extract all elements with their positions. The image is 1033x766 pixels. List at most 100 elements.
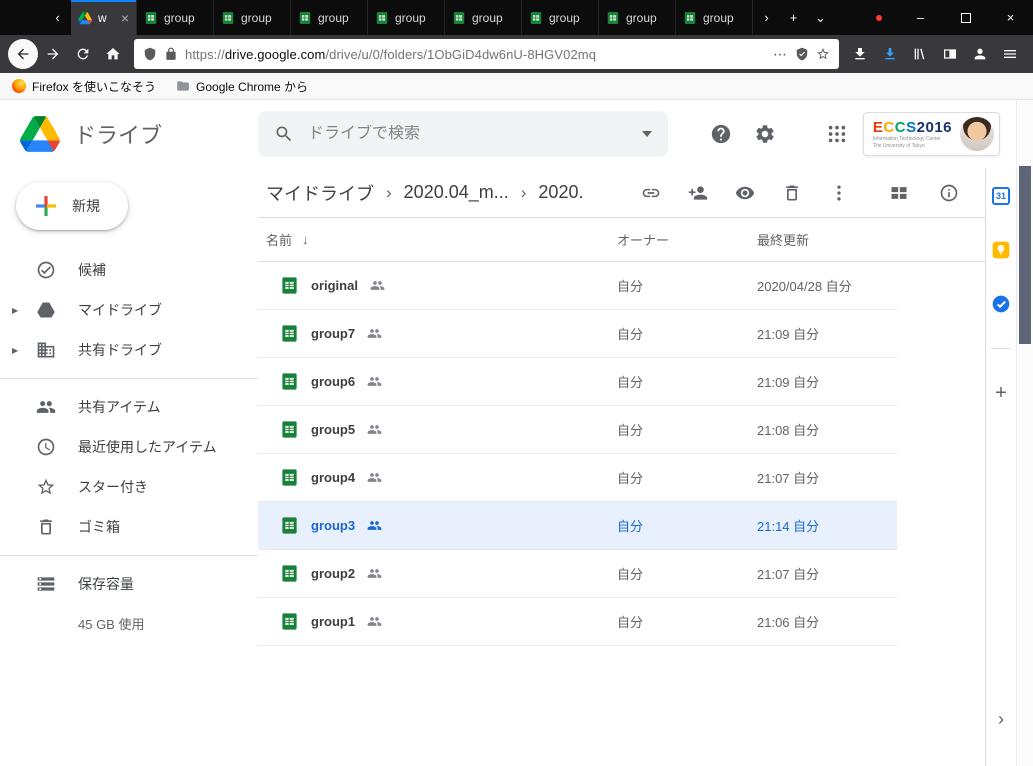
product-name: ドライブ [74,118,162,150]
firefox-icon [12,79,26,93]
file-row-group1[interactable]: group1自分21:06 自分 [258,598,897,646]
bookmark-star-icon[interactable] [816,47,830,61]
file-row-group7[interactable]: group7自分21:09 自分 [258,310,897,358]
page-scrollbar[interactable] [1016,100,1033,766]
search-input[interactable] [308,125,628,143]
sidebar-item-trash[interactable]: ゴミ箱 [0,507,258,547]
file-row-group6[interactable]: group6自分21:09 自分 [258,358,897,406]
breadcrumb-item[interactable]: 2020.04_m... [404,182,509,203]
browser-tab-2[interactable]: group [137,0,214,35]
sort-descending-icon[interactable]: ↓ [302,232,309,247]
settings-button[interactable] [754,123,776,145]
apps-grid-button[interactable] [826,123,848,145]
avatar[interactable] [960,117,994,151]
sidebar-toggle-button[interactable] [935,39,965,69]
bookmark-firefox[interactable]: Firefox を使いこなそう [12,78,156,95]
bookmark-chrome-folder[interactable]: Google Chrome から [176,78,308,95]
tab-scroll-right-button[interactable]: › [753,0,780,35]
share-button[interactable] [688,183,708,203]
link-icon [641,183,661,203]
sidebar-item-clock[interactable]: 最近使用したアイテム [0,427,258,467]
maximize-button[interactable] [943,0,988,35]
page-actions-button[interactable]: ⋯ [773,46,788,63]
home-icon [105,46,121,62]
new-tab-button[interactable]: + [780,0,807,35]
browser-tab-6[interactable]: group [445,0,522,35]
sidebar-item-check-circle[interactable]: 候補 [0,250,258,290]
expand-arrow-icon[interactable]: ▶ [12,306,18,315]
browser-tab-3[interactable]: group [214,0,291,35]
browser-tab-7[interactable]: group [522,0,599,35]
breadcrumb-item[interactable]: 2020. [538,182,583,203]
file-modified: 21:14 自分 [757,516,897,535]
menu-button[interactable] [995,39,1025,69]
get-link-button[interactable] [641,183,661,203]
search-icon[interactable] [274,124,294,144]
column-modified[interactable]: 最終更新 [757,230,897,249]
tab-list-dropdown-button[interactable]: ⌄ [807,0,834,35]
close-button[interactable]: × [988,0,1033,35]
scrollbar-thumb[interactable] [1019,166,1031,344]
workspace-panel: 31 + › [985,168,1016,766]
grid-view-icon [889,183,909,203]
sheets-favicon-icon [606,11,620,25]
file-row-group2[interactable]: group2自分21:07 自分 [258,550,897,598]
tab-scroll-left-button[interactable]: ‹ [44,0,71,35]
account-card[interactable]: ECCS2016 Information Technology Center T… [863,112,1000,156]
grid-view-button[interactable] [889,183,909,203]
calendar-button[interactable]: 31 [991,186,1011,206]
browser-tab-5[interactable]: group [368,0,445,35]
breadcrumb-item[interactable]: マイドライブ [266,180,374,206]
browser-tab-1[interactable]: w× [71,0,137,35]
tab-title: group [164,11,206,25]
column-name[interactable]: 名前 ↓ [266,230,617,249]
sidebar-item-label: マイドライブ [78,300,162,320]
back-button[interactable] [8,39,38,69]
sidebar-item-shared-drive[interactable]: ▶共有ドライブ [0,330,258,370]
keep-button[interactable] [991,240,1011,260]
tab-close-icon[interactable]: × [121,10,129,26]
browser-tab-9[interactable]: group [676,0,753,35]
search-options-caret-icon[interactable] [642,131,652,137]
help-button[interactable] [710,123,732,145]
file-modified: 2020/04/28 自分 [757,276,897,295]
panel-divider [991,348,1011,349]
url-bar[interactable]: https://drive.google.com/drive/u/0/folde… [134,39,839,69]
account-button[interactable] [965,39,995,69]
preview-button[interactable] [735,183,755,203]
search-box[interactable] [258,111,668,157]
my-drive-icon [36,300,56,320]
add-addon-button[interactable]: + [995,383,1007,403]
sidebar-item-people[interactable]: 共有アイテム [0,387,258,427]
forward-button[interactable] [38,39,68,69]
minimize-button[interactable]: – [898,0,943,35]
home-button[interactable] [98,39,128,69]
column-owner[interactable]: オーナー [617,230,757,249]
sidebar-item-label: 最近使用したアイテム [78,437,217,457]
selection-actions [641,183,849,203]
more-actions-button[interactable] [829,183,849,203]
browser-tab-8[interactable]: group [599,0,676,35]
sidebar-item-star[interactable]: スター付き [0,467,258,507]
new-button[interactable]: 新規 [16,182,128,230]
browser-tab-4[interactable]: group [291,0,368,35]
drive-triangle-icon [20,116,60,152]
library-button[interactable] [905,39,935,69]
remove-button[interactable] [782,183,802,203]
reload-button[interactable] [68,39,98,69]
drive-logo[interactable]: ドライブ [20,116,258,152]
tasks-button[interactable] [991,294,1011,314]
save-tray-button[interactable] [845,39,875,69]
file-row-group5[interactable]: group5自分21:08 自分 [258,406,897,454]
expand-panel-button[interactable]: › [998,709,1004,730]
expand-arrow-icon[interactable]: ▶ [12,346,18,355]
shield-check-icon[interactable] [795,47,809,61]
sidebar-item-storage[interactable]: 保存容量 [0,564,258,604]
info-button[interactable] [939,183,959,203]
downloads-button[interactable] [875,39,905,69]
sidebar-item-my-drive[interactable]: ▶ マイドライブ [0,290,258,330]
file-row-group4[interactable]: group4自分21:07 自分 [258,454,897,502]
file-row-group3[interactable]: group3自分21:14 自分 [258,502,897,550]
help-icon [710,123,732,145]
file-row-original[interactable]: original自分2020/04/28 自分 [258,262,897,310]
